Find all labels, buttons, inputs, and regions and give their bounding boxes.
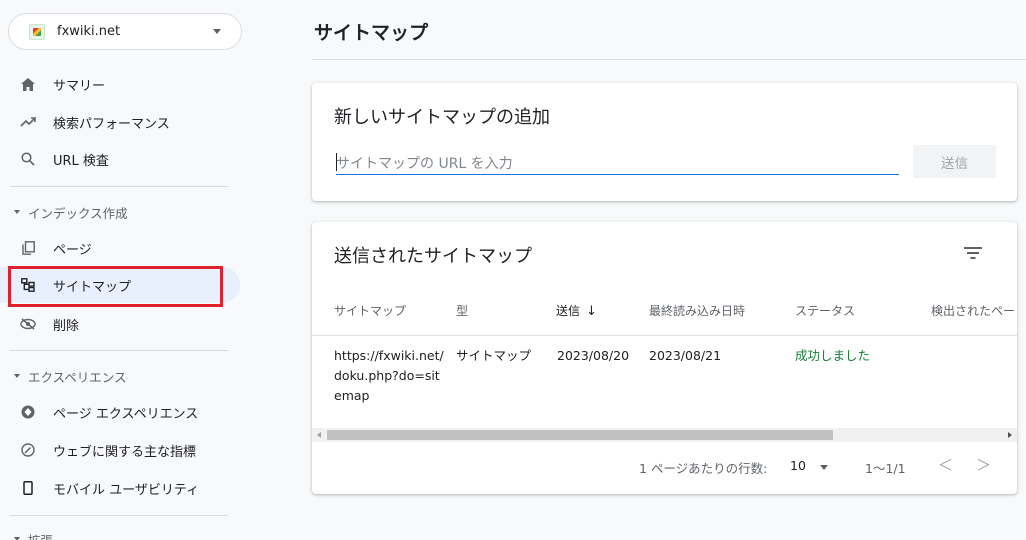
rows-per-page-select[interactable]: 10 [790, 458, 806, 473]
submitted-sitemaps-heading: 送信されたサイトマップ [334, 246, 532, 267]
column-header-last-read[interactable]: 最終読み込み日時 [649, 302, 745, 319]
site-favicon-icon [29, 23, 45, 40]
sidebar-item-page-experience[interactable]: ページ エクスペリエンス [0, 394, 240, 430]
property-selector[interactable]: fxwiki.net [8, 13, 242, 50]
scroll-left-icon[interactable] [317, 432, 321, 438]
home-icon [20, 76, 36, 92]
rows-per-page-caret-icon[interactable] [820, 465, 828, 470]
page-title: サイトマップ [314, 22, 429, 44]
section-header-enhancements[interactable]: 拡張 [0, 524, 240, 540]
property-name: fxwiki.net [57, 24, 121, 39]
cell-last-read: 2023/08/21 [649, 348, 722, 363]
sidebar-divider [10, 186, 228, 187]
table-header-divider [312, 335, 1017, 336]
scrollbar-thumb[interactable] [327, 430, 833, 440]
column-header-sitemap[interactable]: サイトマップ [334, 302, 406, 319]
column-header-discovered-pages[interactable]: 検出されたペー [931, 302, 1015, 319]
prev-page-button[interactable]: ＜ [938, 454, 953, 475]
page-experience-icon [20, 404, 36, 420]
sidebar-item-performance[interactable]: 検索パフォーマンス [0, 104, 240, 140]
search-icon [20, 151, 36, 167]
sidebar-item-mobile-usability[interactable]: モバイル ユーザビリティ [0, 470, 240, 506]
collapse-triangle-icon [14, 210, 20, 214]
column-header-status[interactable]: ステータス [795, 302, 855, 319]
sidebar-item-url-inspection[interactable]: URL 検査 [0, 141, 240, 177]
core-web-vitals-icon [20, 442, 36, 458]
mobile-icon [20, 480, 36, 496]
sort-descending-icon: ↓ [586, 304, 597, 319]
column-header-submitted[interactable]: 送信 ↓ [556, 302, 597, 319]
add-sitemap-card: 新しいサイトマップの追加 送信 [312, 83, 1017, 201]
collapse-triangle-icon [14, 374, 20, 378]
title-divider [312, 59, 1026, 60]
sidebar-divider [10, 350, 228, 351]
page-range: 1～1/1 [865, 461, 906, 476]
rows-per-page-label: 1 ページあたりの行数: [639, 461, 768, 476]
add-sitemap-heading: 新しいサイトマップの追加 [334, 107, 550, 128]
sidebar: fxwiki.net サマリー 検索パフォーマンス URL 検査 インデックス作… [0, 0, 246, 540]
trending-up-icon [20, 114, 36, 130]
sidebar-item-summary[interactable]: サマリー [0, 66, 240, 102]
filter-icon[interactable] [964, 246, 982, 260]
scroll-right-icon[interactable] [1008, 432, 1012, 438]
cell-sitemap-url: https://fxwiki.net/doku.php?do=sitemap [334, 348, 444, 403]
section-header-experience[interactable]: エクスペリエンス [0, 361, 240, 391]
cell-submitted: 2023/08/20 [557, 348, 630, 363]
text-cursor [336, 153, 337, 171]
sidebar-item-core-web-vitals[interactable]: ウェブに関する主な指標 [0, 432, 240, 468]
cell-type: サイトマップ [456, 348, 532, 363]
next-page-button[interactable]: ＞ [976, 454, 991, 475]
column-header-type[interactable]: 型 [456, 302, 468, 319]
horizontal-scrollbar[interactable] [312, 428, 1017, 442]
submitted-sitemaps-card: 送信されたサイトマップ サイトマップ 型 送信 ↓ 最終読み込み日時 ステータス … [312, 222, 1017, 494]
removal-icon [20, 316, 36, 332]
submit-button[interactable]: 送信 [913, 145, 996, 178]
cell-status: 成功しました [795, 348, 871, 363]
sidebar-item-pages[interactable]: ページ [0, 230, 240, 266]
sidebar-divider [10, 515, 228, 516]
sitemap-url-input[interactable] [336, 143, 899, 175]
dropdown-caret-icon [213, 29, 221, 34]
section-header-indexing[interactable]: インデックス作成 [0, 197, 240, 227]
sitemap-highlight-box [8, 266, 223, 307]
pages-icon [20, 240, 36, 256]
sidebar-item-removals[interactable]: 削除 [0, 306, 240, 342]
